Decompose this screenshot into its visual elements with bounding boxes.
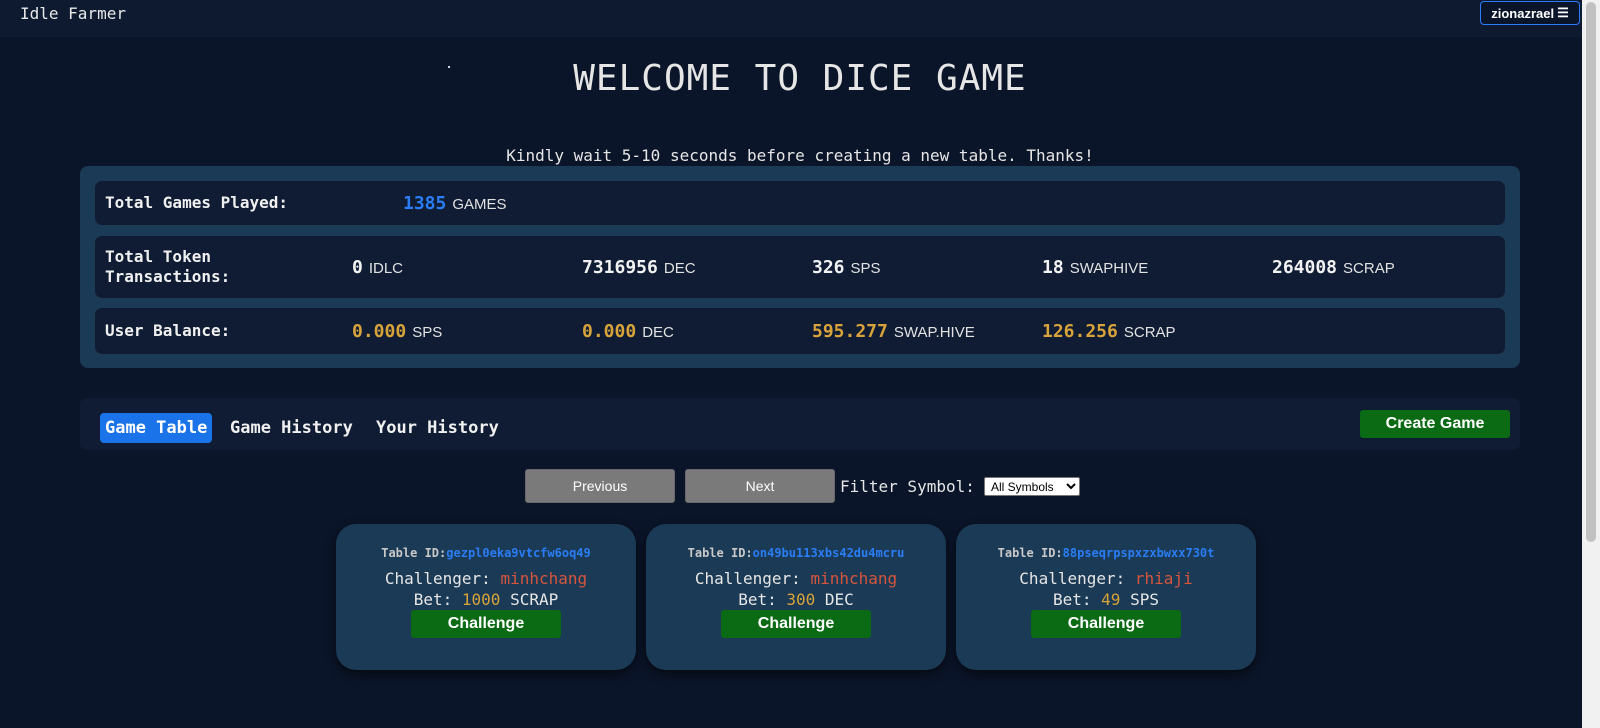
tab-game-history[interactable]: Game History [225,413,358,443]
user-balance-label: User Balance: [105,321,231,340]
user-balance-row: User Balance: 0.000 SPS 0.000 DEC 595.277 S… [95,308,1505,354]
balance-item: 0.000 SPS [352,321,442,342]
token-amount: 18 [1042,257,1064,278]
balance-amount: 0.000 [582,321,637,342]
table-id-value[interactable]: gezpl0eka9vtcfw6oq49 [446,546,591,560]
token-transaction-item: 7316956 DEC [582,257,696,278]
challenger-line: Challenger: minhchang [336,568,636,589]
tabs-bar: Game Table Game History Your History Cre… [80,398,1520,450]
bet-label: Bet: [738,590,777,609]
token-transactions-label: Total Token Transactions: [105,247,231,286]
challenger-label: Challenger: [1019,569,1126,588]
challenge-button[interactable]: Challenge [411,610,561,638]
bet-amount: 1000 [461,590,501,609]
games-played-label: Total Games Played: [105,193,289,212]
token-symbol: IDLC [368,260,404,277]
challenge-button[interactable]: Challenge [721,610,871,638]
tab-your-history[interactable]: Your History [371,413,504,443]
previous-button[interactable]: Previous [525,469,675,503]
balance-amount: 595.277 [812,321,888,342]
tab-game-table[interactable]: Game Table [100,413,213,443]
challenger-name: rhiaji [1134,569,1193,588]
bet-line: Bet: 49 SPS [956,589,1256,610]
balance-item: 595.277 SWAP.HIVE [812,321,975,342]
token-amount: 7316956 [582,257,658,278]
challenger-name: minhchang [500,569,588,588]
token-symbol: SWAPHIVE [1069,260,1149,277]
challenger-line: Challenger: rhiaji [956,568,1256,589]
token-amount: 0 [352,257,363,278]
token-symbol: SPS [850,260,881,277]
token-transaction-item: 0 IDLC [352,257,403,278]
token-symbol: SCRAP [1343,260,1395,277]
balance-symbol: SCRAP [1123,324,1176,341]
token-amount: 326 [812,257,845,278]
bet-label: Bet: [1053,590,1092,609]
challenge-button[interactable]: Challenge [1031,610,1181,638]
balance-symbol: DEC [642,324,674,341]
bet-symbol: SPS [1130,590,1159,609]
table-id: Table ID:88pseqrpspxzxbwxx730t [956,546,1256,560]
games-played-value: 1385 GAMES [403,193,507,214]
bet-amount: 49 [1101,590,1121,609]
bet-symbol: DEC [824,590,854,609]
balance-amount: 126.256 [1042,321,1118,342]
bet-line: Bet: 1000 SCRAP [336,589,636,610]
filter-symbol-label: Filter Symbol: [840,477,975,496]
table-id-label: Table ID: [381,546,447,560]
games-played-unit: GAMES [452,196,507,213]
stats-panel: Total Games Played: 1385 GAMES Total Toke… [80,166,1520,368]
brand-title[interactable]: Idle Farmer [20,4,126,23]
balance-symbol: SPS [412,324,443,341]
next-button[interactable]: Next [685,469,835,503]
token-transaction-item: 326 SPS [812,257,881,278]
table-id-value[interactable]: on49bu113xbs42du4mcru [753,546,905,560]
bet-amount: 300 [786,590,816,609]
top-navbar: Idle Farmer zionazrael ☰ [0,0,1582,37]
bet-line: Bet: 300 DEC [646,589,946,610]
challenger-label: Challenger: [384,569,491,588]
table-id: Table ID:on49bu113xbs42du4mcru [646,546,946,560]
balance-amount: 0.000 [352,321,407,342]
wait-notice: Kindly wait 5-10 seconds before creating… [506,146,1094,165]
table-id-label: Table ID: [997,546,1063,560]
challenger-name: minhchang [810,569,898,588]
games-played-row: Total Games Played: 1385 GAMES [95,181,1505,225]
username-label: zionazrael [1491,5,1555,21]
bet-label: Bet: [413,590,453,609]
hamburger-menu-icon: ☰ [1557,5,1569,20]
page-title: WELCOME TO DICE GAME [573,58,1027,99]
balance-item: 0.000 DEC [582,321,674,342]
balance-item: 126.256 SCRAP [1042,321,1176,342]
table-id-label: Table ID: [687,546,753,560]
page-scrollbar[interactable] [1582,0,1600,728]
token-symbol: DEC [663,260,696,277]
filter-symbol-select[interactable]: All Symbols [984,477,1080,496]
game-table-card: Table ID:88pseqrpspxzxbwxx730t Challenge… [956,524,1256,670]
table-id-value[interactable]: 88pseqrpspxzxbwxx730t [1063,546,1215,560]
table-id: Table ID:gezpl0eka9vtcfw6oq49 [336,546,636,560]
games-played-count: 1385 [403,193,447,214]
game-table-card: Table ID:on49bu113xbs42du4mcru Challenge… [646,524,946,670]
token-amount: 264008 [1272,257,1338,278]
challenger-label: Challenger: [694,569,801,588]
balance-symbol: SWAP.HIVE [893,324,975,341]
bet-symbol: SCRAP [510,590,559,609]
token-transaction-item: 18 SWAPHIVE [1042,257,1148,278]
game-table-card: Table ID:gezpl0eka9vtcfw6oq49 Challenger… [336,524,636,670]
challenger-line: Challenger: minhchang [646,568,946,589]
token-transactions-row: Total Token Transactions: 0 IDLC 7316956 D… [95,236,1505,298]
user-menu-button[interactable]: zionazrael ☰ [1480,1,1580,25]
token-transaction-item: 264008 SCRAP [1272,257,1395,278]
create-game-button[interactable]: Create Game [1360,410,1510,438]
